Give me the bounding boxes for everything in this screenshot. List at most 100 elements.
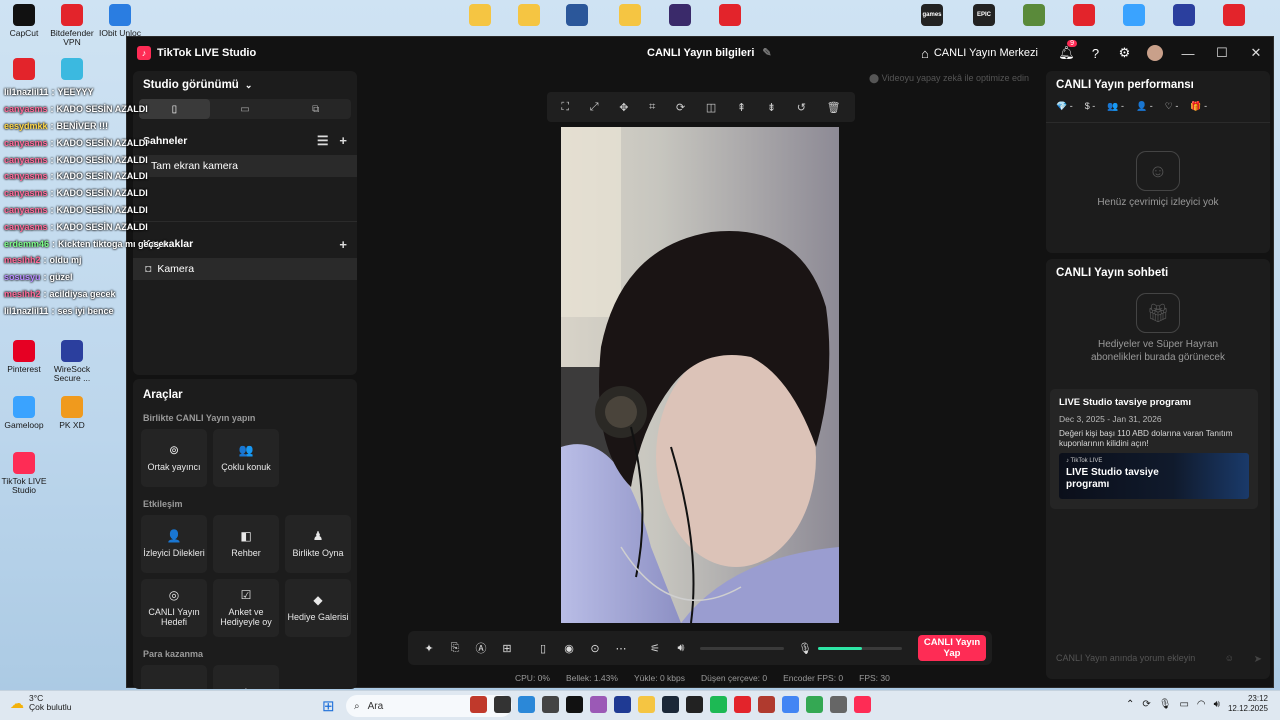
taskbar-app-icon[interactable] <box>806 696 823 713</box>
avatar[interactable] <box>1147 45 1163 61</box>
taskbar-app-icon[interactable] <box>854 696 871 713</box>
go-live-button[interactable]: CANLI Yayın Yap <box>918 635 986 661</box>
add-scene-icon[interactable]: + <box>339 133 347 148</box>
fit-screen-icon[interactable]: ⛶ <box>561 101 569 114</box>
ai-optimize-hint[interactable]: ⬤ Videoyu yapay zekâ ile optimize edin <box>869 73 1029 84</box>
notifications-button[interactable]: 🔔︎ 9 <box>1052 40 1081 61</box>
taskbar-app-icon[interactable] <box>710 696 727 713</box>
taskbar-app-icon[interactable] <box>614 696 631 713</box>
taskbar-app-icon[interactable] <box>638 696 655 713</box>
tool-card[interactable]: 👤 İzleyici Dilekleri <box>141 515 207 573</box>
taskbar-app-icon[interactable] <box>494 696 511 713</box>
taskbar-app-icon[interactable] <box>734 696 751 713</box>
perf-stat[interactable]: $ - <box>1085 101 1096 112</box>
desktop-icon[interactable] <box>652 4 708 29</box>
promo-banner[interactable]: ♪ TikTok LIVE LIVE Studio tavsiye progra… <box>1059 452 1249 499</box>
taskbar-app-icon[interactable] <box>782 696 799 713</box>
desktop-icon[interactable] <box>549 4 605 29</box>
desktop-icon[interactable] <box>602 4 658 29</box>
stretch-icon[interactable]: ⤢ <box>590 101 599 114</box>
taskbar-app-icon[interactable] <box>830 696 847 713</box>
perf-stat[interactable]: 🎁 - <box>1190 101 1207 112</box>
close-icon[interactable]: ✕ <box>1239 45 1273 61</box>
taskbar-app-icon[interactable] <box>542 696 559 713</box>
desktop-icon[interactable] <box>1056 4 1112 29</box>
desktop-icon[interactable] <box>1156 4 1212 29</box>
landscape-mode-button[interactable]: ▭ <box>210 99 281 119</box>
add-source-icon[interactable]: + <box>339 237 347 252</box>
windows-start-icon[interactable]: ⊞ <box>322 697 335 715</box>
tool-card[interactable]: ● <box>141 665 207 689</box>
live-center-button[interactable]: ⌂ CANLI Yayın Merkezi <box>921 46 1038 61</box>
desktop-icon[interactable] <box>452 4 508 29</box>
taskbar-app-icon[interactable] <box>590 696 607 713</box>
desktop-icon[interactable]: IObit Unloc <box>92 4 148 38</box>
desktop-icon[interactable]: TikTok LIVE Studio <box>0 452 52 495</box>
help-icon[interactable]: ? <box>1081 46 1110 61</box>
taskbar-app-icon[interactable] <box>566 696 583 713</box>
tool-card[interactable]: ⊚ Ortak yayıncı <box>141 429 207 487</box>
more-icon[interactable]: ⋯ <box>608 642 634 655</box>
crop-icon[interactable]: ⌗ <box>649 101 655 114</box>
taskbar-app-icon[interactable] <box>662 696 679 713</box>
desktop-icon[interactable] <box>1106 4 1162 29</box>
maximize-icon[interactable]: ☐ <box>1205 45 1239 61</box>
weather-widget[interactable]: ☁ 3°C Çok bulutlu <box>10 693 72 713</box>
tool-card[interactable]: ◧ Rehber <box>213 515 279 573</box>
taskbar-app-icon[interactable] <box>518 696 535 713</box>
taskbar-app-icon[interactable] <box>758 696 775 713</box>
perf-stat[interactable]: 💎 - <box>1056 101 1073 112</box>
desktop-icon[interactable] <box>1206 4 1262 29</box>
microphone-icon[interactable]: 🎙︎ <box>792 642 818 655</box>
desktop-icon[interactable] <box>702 4 758 29</box>
clock[interactable]: 23:12 12.12.2025 <box>1228 694 1268 714</box>
record-icon[interactable]: ◉ <box>556 642 582 655</box>
tool-card[interactable]: ◆ Hediye Galerisi <box>285 579 351 637</box>
tool-card[interactable]: ♟ Birlikte Oyna <box>285 515 351 573</box>
layer-up-icon[interactable]: ⇞ <box>737 101 746 114</box>
desktop-icon[interactable]: EPIC <box>956 4 1012 29</box>
display-icon[interactable]: ▭ <box>1179 699 1188 710</box>
layer-down-icon[interactable]: ⇟ <box>767 101 776 114</box>
undo-icon[interactable]: ↺ <box>797 101 806 114</box>
phone-icon[interactable]: ▯ <box>530 642 556 655</box>
volume-icon[interactable]: 🔊︎ <box>1214 699 1220 710</box>
magic-effects-icon[interactable]: ✦ <box>416 642 442 655</box>
desktop-icon[interactable] <box>1006 4 1062 29</box>
volume-slider[interactable] <box>700 646 784 650</box>
rotate-icon[interactable]: ⟳ <box>676 101 685 114</box>
ai-icon[interactable]: Ⓐ <box>468 640 494 656</box>
chat-input[interactable]: CANLI Yayın anında yorum ekleyin ☺ <box>1050 647 1240 669</box>
add-overlay-icon[interactable]: ⊞ <box>494 642 520 655</box>
desktop-icon[interactable]: WireSock Secure ... <box>44 340 100 383</box>
chevron-up-icon[interactable]: ⌃ <box>1126 699 1134 710</box>
replay-icon[interactable]: ⊙ <box>582 642 608 655</box>
dual-mode-button[interactable]: ⧉ <box>280 99 351 119</box>
taskbar-app-icon[interactable] <box>470 696 487 713</box>
tool-card[interactable]: ▲ <box>213 665 279 689</box>
perf-stat[interactable]: 👥 - <box>1107 101 1124 112</box>
captions-icon[interactable]: ⎘ <box>442 642 468 655</box>
desktop-icon[interactable]: PK XD <box>44 396 100 430</box>
perf-stat[interactable]: ♡ - <box>1165 101 1179 112</box>
referral-promo-card[interactable]: LIVE Studio tavsiye programı Dec 3, 2025… <box>1050 389 1258 509</box>
wifi-icon[interactable]: ◠ <box>1197 699 1206 710</box>
desktop-icon[interactable] <box>44 58 100 83</box>
list-icon[interactable]: ☰ <box>317 133 329 148</box>
sync-icon[interactable]: ⟳ <box>1142 699 1150 710</box>
emoji-icon[interactable]: ☺ <box>1225 653 1234 663</box>
mic-slider[interactable] <box>818 646 902 650</box>
live-info-title[interactable]: CANLI Yayın bilgileri ✎ <box>647 46 772 59</box>
edit-icon[interactable]: ✎ <box>762 47 771 59</box>
camera-preview[interactable] <box>561 127 839 623</box>
minimize-icon[interactable]: — <box>1171 46 1205 61</box>
speaker-icon[interactable]: 🔊︎ <box>668 642 694 655</box>
adjust-icon[interactable]: ⚟ <box>642 642 668 655</box>
taskbar-app-icon[interactable] <box>686 696 703 713</box>
tool-card[interactable]: ◎ CANLI Yayın Hedefi <box>141 579 207 637</box>
center-icon[interactable]: ✥ <box>619 101 628 114</box>
send-icon[interactable]: ➤ <box>1254 654 1262 665</box>
perf-stat[interactable]: 👤 - <box>1136 101 1153 112</box>
trash-icon[interactable]: 🗑︎ <box>827 101 841 114</box>
tool-card[interactable]: ☑ Anket ve Hediyeyle oy <box>213 579 279 637</box>
